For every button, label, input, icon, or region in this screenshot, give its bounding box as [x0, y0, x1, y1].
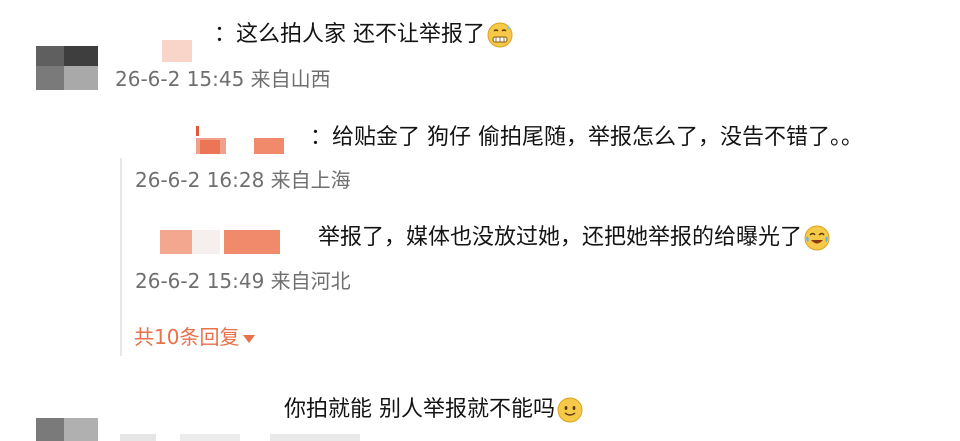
- comment-text-content: ：这么拍人家 还不让举报了: [214, 22, 485, 47]
- grimace-sweat-emoji: [487, 22, 513, 48]
- view-more-replies-button[interactable]: 共10条回复: [134, 324, 256, 350]
- more-replies-label: 共10条回复: [134, 325, 240, 349]
- comment-meta-cutoff: [120, 434, 400, 441]
- username-mosaic[interactable]: [160, 228, 310, 256]
- comment-text: 你拍就能 别人举报就不能吗: [284, 396, 583, 424]
- comment-meta: 26-6-2 15:49 来自河北: [135, 269, 351, 293]
- comment-text: 举报了，媒体也没放过她，还把她举报的给曝光了: [318, 224, 830, 252]
- comment-meta: 26-6-2 15:45 来自山西: [115, 67, 331, 91]
- avatar[interactable]: [36, 46, 98, 90]
- comment-text-content: 你拍就能 别人举报就不能吗: [284, 397, 555, 422]
- caret-down-icon: [243, 334, 256, 343]
- username-mosaic[interactable]: [194, 126, 302, 156]
- comment-text-content: 举报了，媒体也没放过她，还把她举报的给曝光了: [318, 225, 803, 250]
- comment-text: ：这么拍人家 还不让举报了: [214, 21, 513, 49]
- reply-thread-line: [120, 158, 122, 356]
- smile-emoji: [557, 397, 583, 423]
- crying-laughing-emoji: [804, 225, 830, 251]
- comment-meta: 26-6-2 16:28 来自上海: [135, 168, 351, 192]
- avatar[interactable]: [36, 418, 98, 441]
- username-mosaic[interactable]: [162, 40, 192, 62]
- comment-text: ：给贴金了 狗仔 偷拍尾随，举报怎么了，没告不错了。。: [310, 125, 863, 150]
